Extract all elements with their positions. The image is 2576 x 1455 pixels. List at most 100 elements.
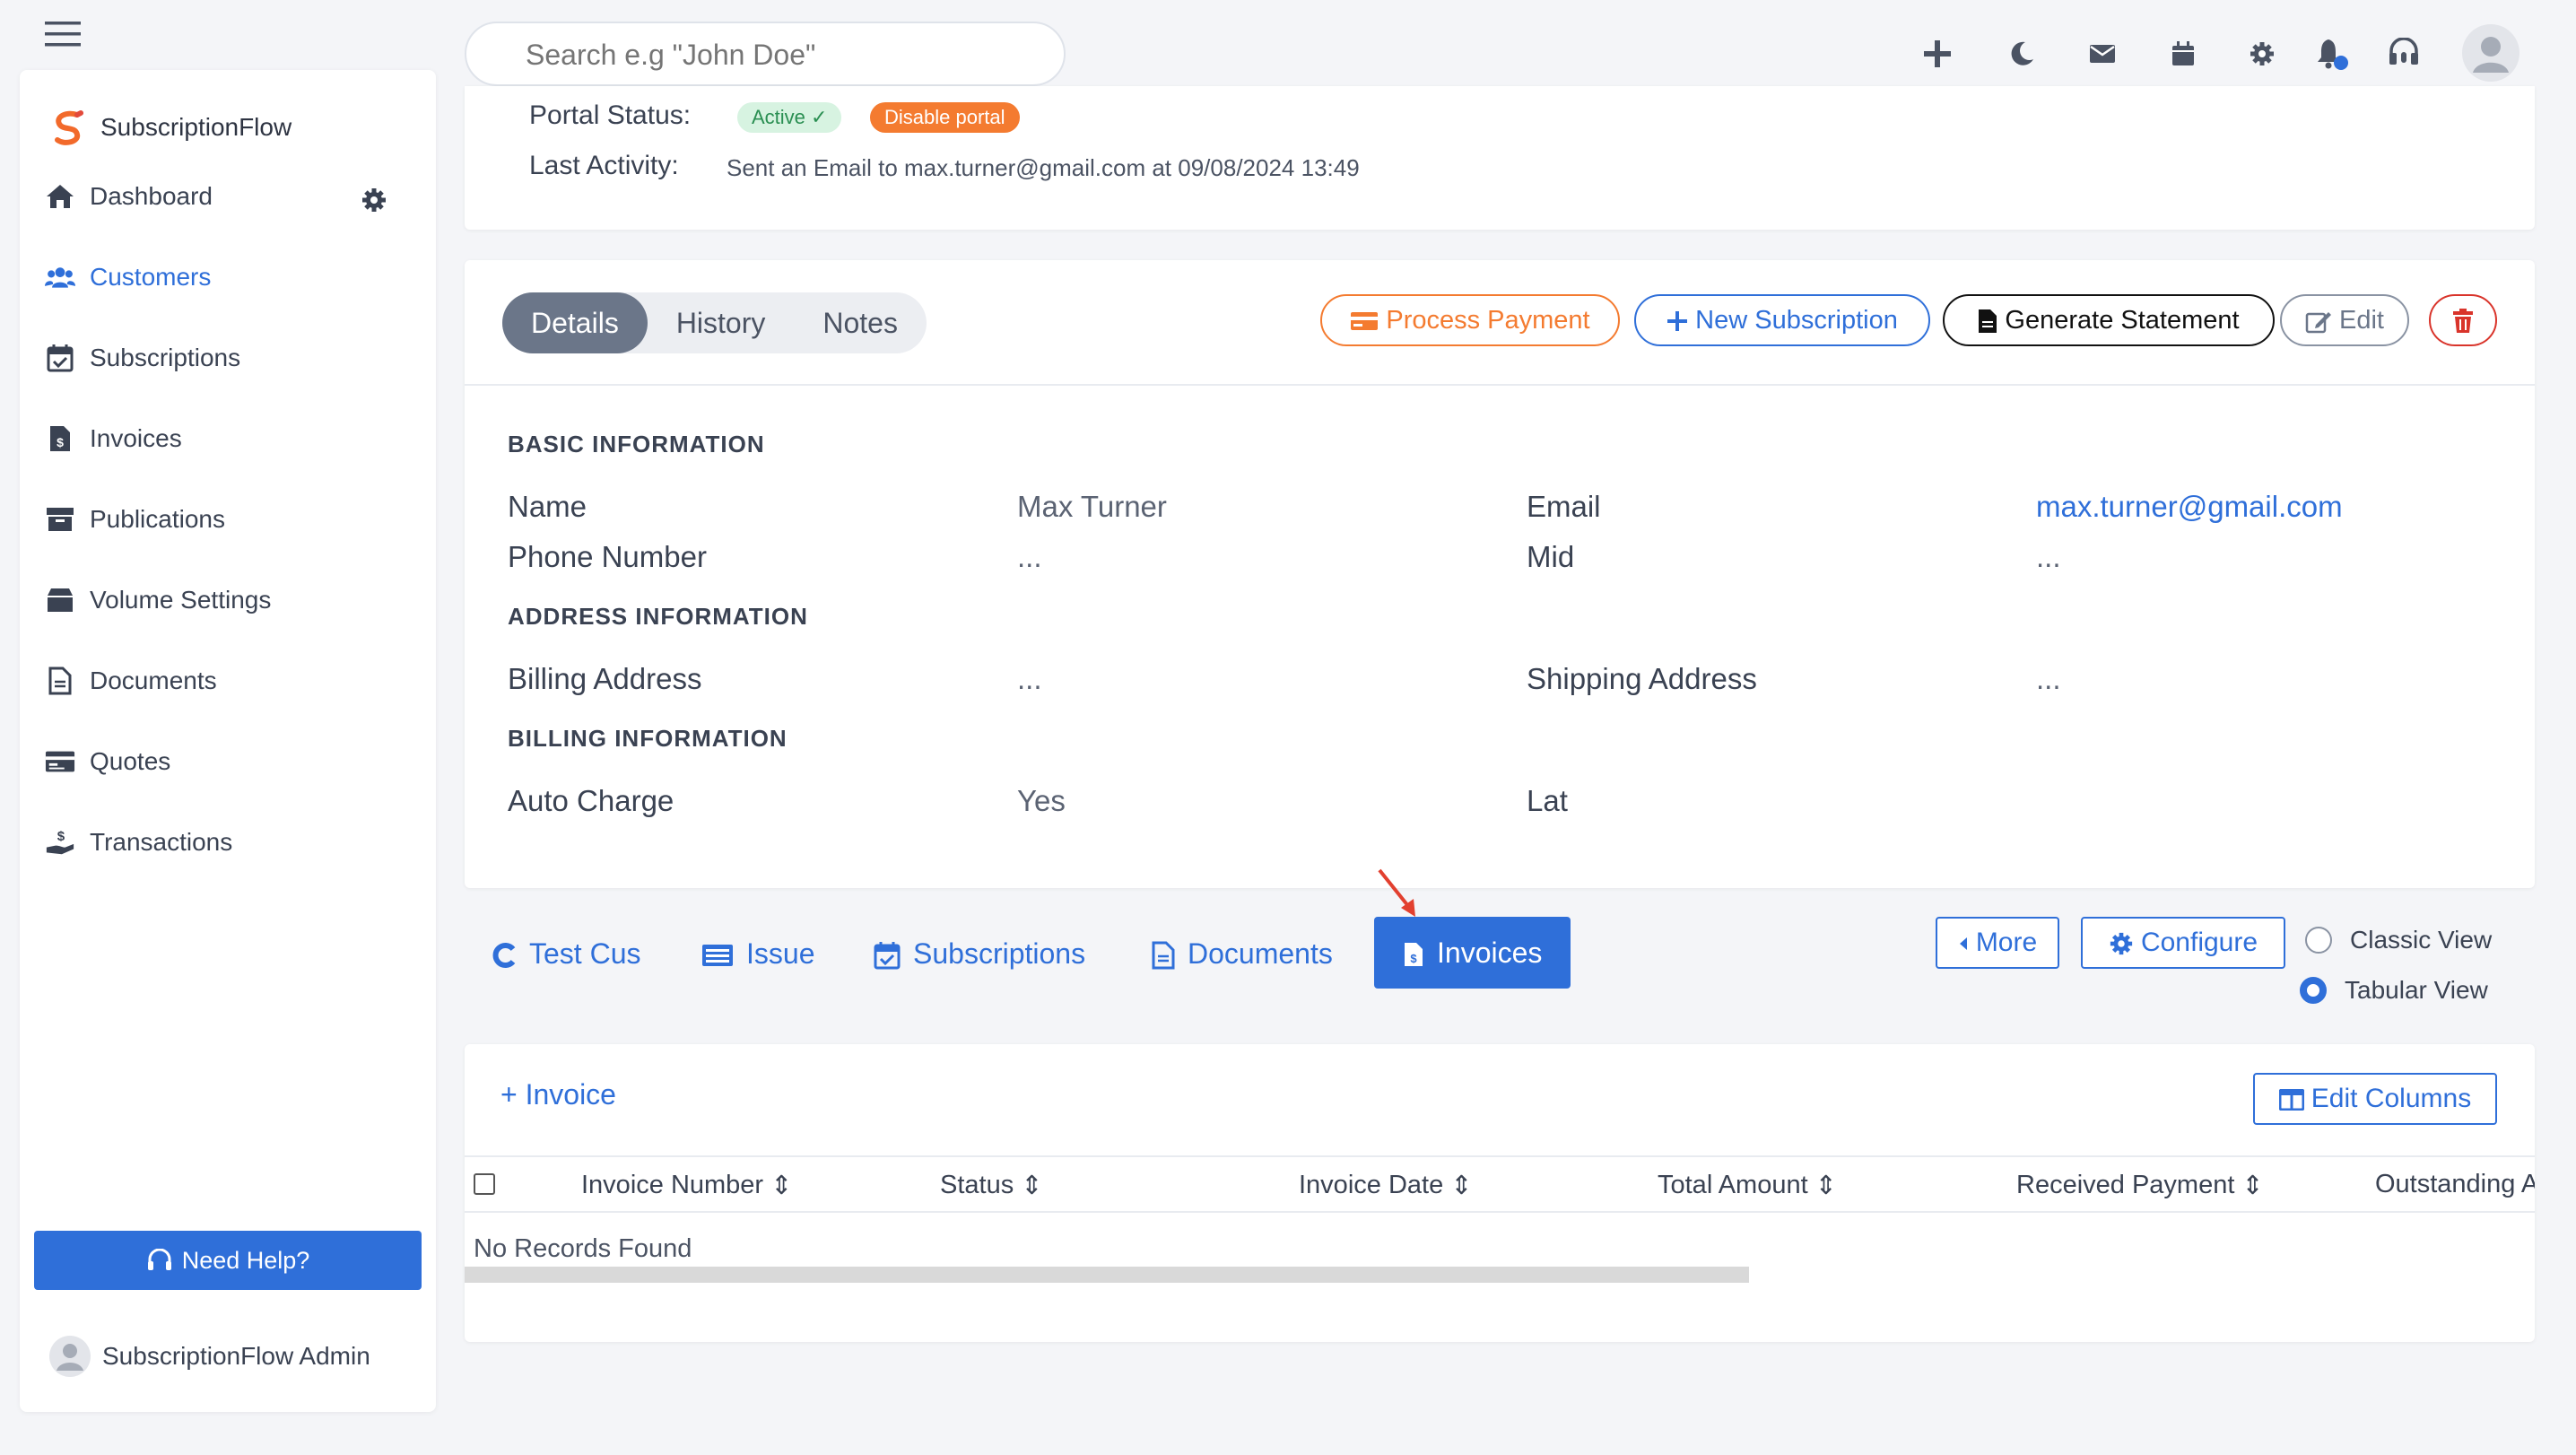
column-status[interactable]: Status ⇕ xyxy=(940,1170,1043,1201)
column-label: Invoice Number xyxy=(581,1171,764,1199)
sidebar-item-label: Quotes xyxy=(90,747,171,775)
brand[interactable]: SubscriptionFlow xyxy=(48,108,292,147)
plus-icon xyxy=(1667,306,1688,335)
edit-pencil-icon xyxy=(2305,306,2332,335)
sidebar-item-invoices[interactable]: $ Invoices xyxy=(45,423,182,454)
section-basic-information: BASIC INFORMATION xyxy=(508,431,765,457)
new-subscription-button[interactable]: New Subscription xyxy=(1634,294,1930,346)
sidebar-item-publications[interactable]: Publications xyxy=(45,504,225,535)
admin-profile[interactable]: SubscriptionFlow Admin xyxy=(48,1335,370,1378)
classic-view-label: Classic View xyxy=(2350,926,2493,954)
column-label: Total Amount xyxy=(1658,1171,1808,1199)
add-invoice-link[interactable]: + Invoice xyxy=(500,1078,616,1111)
sidebar-item-label: Subscriptions xyxy=(90,344,241,371)
email-label: Email xyxy=(1527,490,1601,523)
sidebar-item-quotes[interactable]: Quotes xyxy=(45,746,170,777)
gear-icon xyxy=(2109,928,2134,958)
c-brand-icon xyxy=(492,937,517,971)
table-header: Invoice Number ⇕ Status ⇕ Invoice Date ⇕ To… xyxy=(465,1155,2535,1213)
calendar-check-icon xyxy=(874,937,901,971)
configure-button[interactable]: Configure xyxy=(2081,917,2285,969)
document-icon xyxy=(45,666,75,696)
column-invoice-number[interactable]: Invoice Number ⇕ xyxy=(581,1170,792,1201)
generate-statement-button[interactable]: Generate Statement xyxy=(1943,294,2275,346)
select-all-checkbox[interactable] xyxy=(474,1173,495,1195)
tab-issue[interactable]: Issue xyxy=(701,929,814,978)
sidebar-item-transactions[interactable]: $ Transactions xyxy=(45,827,232,858)
invoice-icon: $ xyxy=(1403,937,1424,970)
detail-tabs: Details History Notes xyxy=(502,292,927,353)
search-input[interactable] xyxy=(524,38,1030,73)
tab-history[interactable]: History xyxy=(648,292,795,353)
horizontal-scrollbar[interactable] xyxy=(465,1267,1749,1283)
dark-mode-moon-icon[interactable] xyxy=(1995,27,2049,81)
last-activity-text: Sent an Email to max.turner@gmail.com at… xyxy=(727,154,1360,181)
dashboard-settings-gear-icon[interactable] xyxy=(361,187,387,218)
last-activity-label: Last Activity: xyxy=(529,151,679,180)
tab-documents[interactable]: Documents xyxy=(1152,929,1333,978)
home-icon xyxy=(45,181,75,212)
delete-button[interactable] xyxy=(2429,294,2497,346)
svg-text:$: $ xyxy=(57,435,64,449)
classic-view-radio[interactable]: Classic View xyxy=(2305,926,2492,954)
user-avatar[interactable] xyxy=(2459,22,2522,84)
sidebar-item-documents[interactable]: Documents xyxy=(45,666,217,696)
shipping-address-label: Shipping Address xyxy=(1527,662,1757,695)
lat-label: Lat xyxy=(1527,784,1568,817)
sidebar-item-label: Publications xyxy=(90,505,225,533)
support-headset-icon[interactable] xyxy=(2377,27,2431,81)
name-value: Max Turner xyxy=(1017,490,1167,523)
mail-icon[interactable] xyxy=(2076,27,2129,81)
sidebar-item-label: Invoices xyxy=(90,424,182,452)
sidebar-item-volume-settings[interactable]: Volume Settings xyxy=(45,585,271,615)
sort-icon: ⇕ xyxy=(1815,1172,1837,1200)
edit-label: Edit xyxy=(2339,305,2384,335)
tab-details[interactable]: Details xyxy=(502,292,648,353)
sidebar-item-dashboard[interactable]: Dashboard xyxy=(45,181,213,212)
calendar-icon[interactable] xyxy=(2156,27,2210,81)
column-total-amount[interactable]: Total Amount ⇕ xyxy=(1658,1170,1837,1201)
need-help-button[interactable]: Need Help? xyxy=(34,1231,422,1290)
users-icon xyxy=(45,262,75,292)
svg-text:$: $ xyxy=(57,829,65,844)
edit-button[interactable]: Edit xyxy=(2280,294,2409,346)
tab-label: Issue xyxy=(746,937,815,970)
billing-address-value: ... xyxy=(1017,662,1042,695)
mid-label: Mid xyxy=(1527,540,1575,573)
tab-invoices[interactable]: $ Invoices xyxy=(1374,917,1571,989)
column-received-payment[interactable]: Received Payment ⇕ xyxy=(2016,1170,2264,1201)
sort-icon: ⇕ xyxy=(1021,1172,1043,1200)
tab-test-cus[interactable]: Test Cus xyxy=(492,929,640,978)
column-outstanding[interactable]: Outstanding A xyxy=(2375,1170,2535,1199)
quote-card-icon xyxy=(45,746,75,777)
search-box[interactable] xyxy=(465,22,1066,86)
sidebar-item-label: Transactions xyxy=(90,828,233,856)
tabular-view-label: Tabular View xyxy=(2345,976,2488,1004)
settings-gear-icon[interactable] xyxy=(2235,27,2289,81)
column-invoice-date[interactable]: Invoice Date ⇕ xyxy=(1299,1170,1473,1201)
radio-indicator xyxy=(2305,927,2332,954)
generate-statement-label: Generate Statement xyxy=(2005,305,2240,335)
trash-icon xyxy=(2452,306,2474,335)
sidebar-item-label: Volume Settings xyxy=(90,586,272,614)
notifications-bell-icon[interactable] xyxy=(2305,27,2359,81)
more-button[interactable]: More xyxy=(1936,917,2059,969)
menu-toggle-icon[interactable] xyxy=(43,20,86,56)
invoice-icon: $ xyxy=(45,423,75,454)
column-label: Invoice Date xyxy=(1299,1171,1444,1199)
column-label: Received Payment xyxy=(2016,1171,2235,1199)
avatar xyxy=(48,1335,91,1378)
process-payment-button[interactable]: Process Payment xyxy=(1320,294,1620,346)
tab-notes[interactable]: Notes xyxy=(794,292,927,353)
edit-columns-button[interactable]: Edit Columns xyxy=(2253,1073,2497,1125)
disable-portal-button[interactable]: Disable portal xyxy=(870,102,1020,133)
tabular-view-radio[interactable]: Tabular View xyxy=(2300,976,2488,1005)
archive-icon xyxy=(45,504,75,535)
sidebar-item-subscriptions[interactable]: Subscriptions xyxy=(45,343,240,373)
subscriptionflow-logo-icon xyxy=(48,108,88,147)
sidebar-item-customers[interactable]: Customers xyxy=(45,262,211,292)
auto-charge-value: Yes xyxy=(1017,784,1066,817)
email-link[interactable]: max.turner@gmail.com xyxy=(2036,490,2343,524)
add-icon[interactable] xyxy=(1910,27,1964,81)
tab-subscriptions[interactable]: Subscriptions xyxy=(874,929,1085,978)
